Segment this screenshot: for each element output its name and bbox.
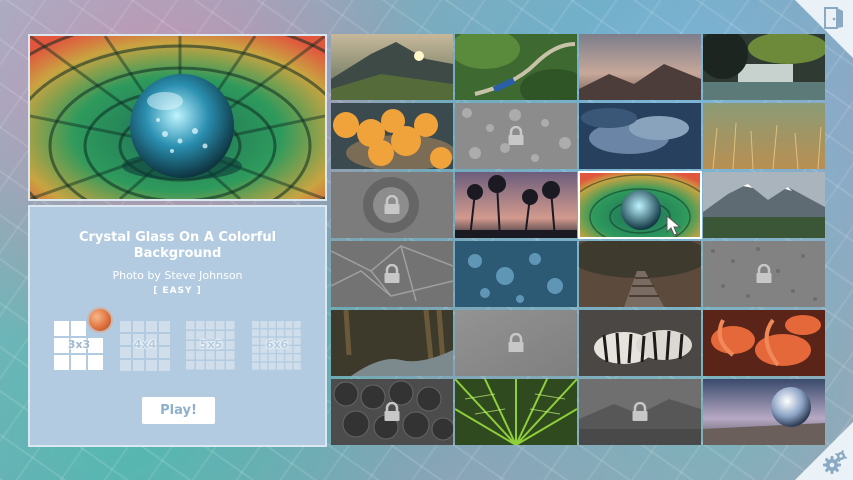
gallery-tile-alpine-lake[interactable] (703, 172, 825, 238)
gallery-tile-storm-clouds[interactable] (579, 103, 701, 169)
lock-icon (508, 333, 524, 352)
gallery-tile-gravel-texture[interactable] (703, 241, 825, 307)
size-option-4x4[interactable]: 4x4 (120, 321, 170, 371)
gallery-tile-blue-drops[interactable] (455, 241, 577, 307)
lock-icon (384, 264, 400, 283)
puzzle-title: Crystal Glass On A Colorful Background (78, 230, 277, 261)
size-option-5x5[interactable]: 5x5 (186, 321, 236, 371)
gallery-tile-railway-track[interactable] (579, 241, 701, 307)
photo-credit: Photo by Steve Johnson (112, 269, 243, 282)
size-option-3x3[interactable]: 3x3 (54, 309, 111, 371)
exit-door-icon[interactable] (823, 6, 845, 30)
gallery-tile-tangerines[interactable] (331, 103, 453, 169)
gallery-tile-berries[interactable] (331, 379, 453, 445)
gallery-tile-forest-stream[interactable] (331, 310, 453, 376)
gallery-tile-misty-peaks[interactable] (579, 34, 701, 100)
lock-icon (508, 126, 524, 145)
size-label: 4x4 (133, 338, 157, 351)
puzzle-preview-image (28, 34, 327, 201)
lock-icon (756, 264, 772, 283)
size-option-6x6[interactable]: 6x6 (252, 321, 302, 371)
gallery-tile-palm-sunset[interactable] (455, 172, 577, 238)
gallery-tile-zebras[interactable] (579, 310, 701, 376)
gallery-tile-waterfall-cave[interactable] (703, 34, 825, 100)
puzzle-gallery-grid (331, 34, 825, 446)
size-label: 5x5 (199, 338, 223, 351)
gallery-tile-water-drops[interactable] (455, 103, 577, 169)
gallery-tile-bokeh-circle[interactable] (331, 172, 453, 238)
gallery-tile-train-forest[interactable] (455, 34, 577, 100)
lock-icon (632, 402, 648, 421)
mouse-cursor-icon (666, 215, 682, 236)
lock-icon (384, 195, 400, 214)
grid-size-selector: 3x3 4x4 5x5 6x6 (54, 309, 304, 371)
gallery-tile-wheat-field[interactable] (703, 103, 825, 169)
gallery-tile-fern-leaf[interactable] (455, 379, 577, 445)
gallery-tile-gray-landscape[interactable] (579, 379, 701, 445)
lock-icon (384, 402, 400, 421)
size-label: 6x6 (265, 338, 289, 351)
play-button[interactable]: Play! (142, 397, 215, 424)
gallery-tile-leaf-veins[interactable] (331, 241, 453, 307)
gallery-tile-flamingos[interactable] (703, 310, 825, 376)
difficulty-label: [ EASY ] (153, 286, 202, 296)
gallery-tile-crystal-glass[interactable] (578, 171, 702, 239)
selected-orb-icon (89, 309, 111, 331)
gallery-tile-glass-ball-pier[interactable] (703, 379, 825, 445)
puzzle-info-panel: Crystal Glass On A Colorful Background P… (28, 205, 327, 447)
gallery-tile-foggy-gray[interactable] (455, 310, 577, 376)
gallery-tile-mountain-sunset[interactable] (331, 34, 453, 100)
size-label: 3x3 (67, 338, 91, 351)
gear-icon[interactable] (822, 449, 848, 475)
